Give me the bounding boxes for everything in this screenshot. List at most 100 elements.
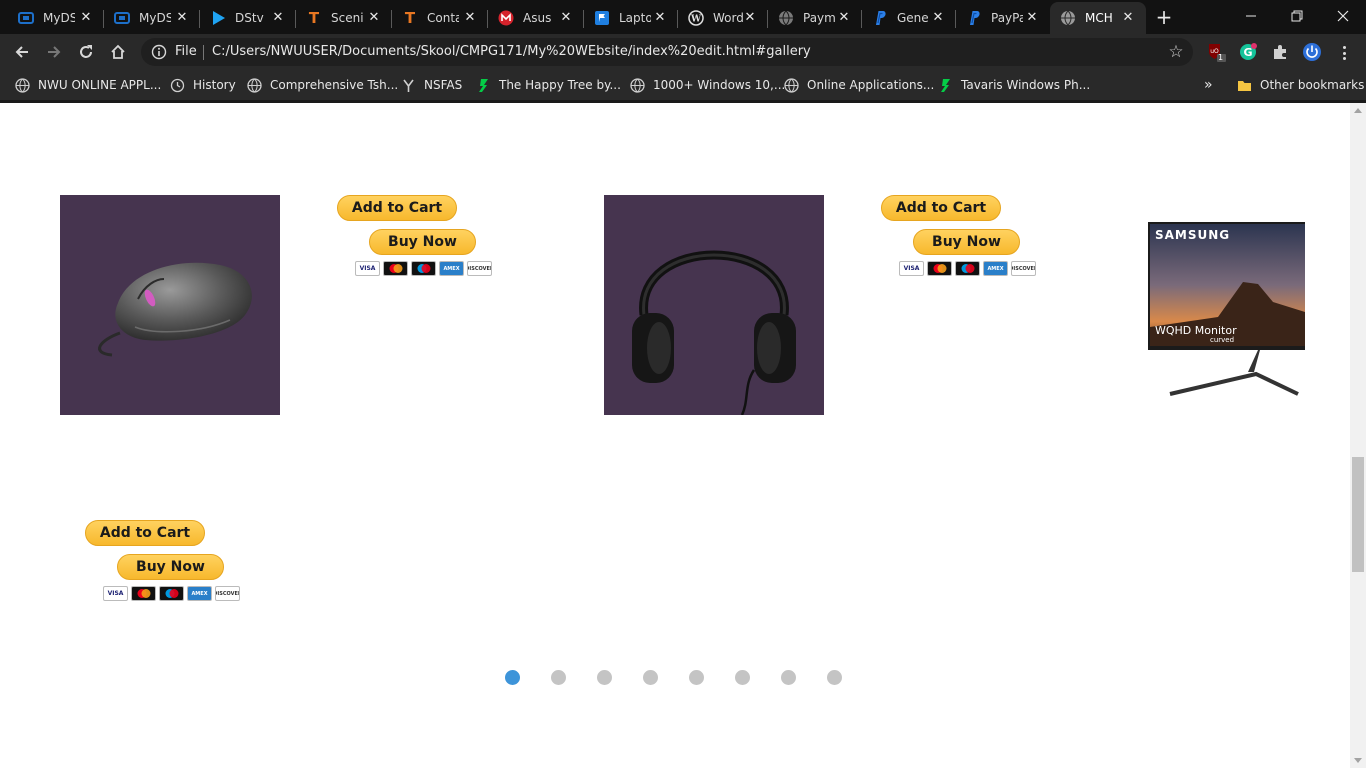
tab-close-icon[interactable]: ✕ (1024, 10, 1040, 26)
tab-wordpress[interactable]: W WordPress ✕ (678, 2, 768, 34)
tab-mch-active[interactable]: MCH ✕ (1050, 2, 1146, 34)
bookmark-star-icon[interactable]: ☆ (1167, 43, 1185, 61)
bookmark-label: 1000+ Windows 10,... (653, 78, 786, 92)
carousel-dot-3[interactable] (597, 670, 612, 685)
add-to-cart-button[interactable]: Add to Cart (85, 520, 205, 546)
close-icon (1337, 10, 1349, 22)
tab-close-icon[interactable]: ✕ (836, 10, 852, 26)
url-text[interactable]: C:/Users/NWUUSER/Documents/Skool/CMPG171… (212, 44, 811, 59)
extensions-button[interactable] (1270, 42, 1290, 62)
info-icon[interactable] (151, 44, 167, 60)
carousel-dot-2[interactable] (551, 670, 566, 685)
bookmark-windows10[interactable]: 1000+ Windows 10,... (629, 76, 785, 94)
tab-title: Payment (803, 11, 835, 25)
carousel-dot-1[interactable] (505, 670, 520, 685)
carousel-dot-8[interactable] (827, 670, 842, 685)
back-button[interactable] (8, 38, 36, 66)
tab-title: MyDS (43, 11, 75, 25)
tab-paypal[interactable]: PayPal ✕ (956, 2, 1050, 34)
bookmarks-bar: NWU ONLINE APPL... History Comprehensive… (0, 70, 1366, 100)
tab-myds-2[interactable]: MyDS ✕ (104, 2, 200, 34)
tab-generate[interactable]: Generate ✕ (862, 2, 956, 34)
bookmarks-overflow-button[interactable]: » (1204, 76, 1213, 94)
payment-cards: VISA AMEX DISCOVER (899, 261, 1036, 276)
close-window-button[interactable] (1320, 0, 1366, 32)
grammarly-extension-button[interactable]: G (1238, 42, 1258, 62)
svg-text:G: G (1243, 46, 1252, 59)
bookmark-history[interactable]: History (169, 76, 236, 94)
bookmark-label: NWU ONLINE APPL... (38, 78, 162, 92)
bookmark-nsfas[interactable]: NSFAS (400, 76, 462, 94)
tab-close-icon[interactable]: ✕ (742, 10, 758, 26)
tab-close-icon[interactable]: ✕ (558, 10, 574, 26)
bookmark-label: The Happy Tree by... (499, 78, 621, 92)
tab-close-icon[interactable]: ✕ (930, 10, 946, 26)
grammarly-icon: G (1240, 43, 1257, 60)
address-bar[interactable]: File C:/Users/NWUUSER/Documents/Skool/CM… (141, 38, 1193, 66)
buy-now-button[interactable]: Buy Now (913, 229, 1020, 255)
tab-title: MCH (1085, 11, 1113, 25)
tab-laptop[interactable]: Laptop ✕ (584, 2, 678, 34)
bookmark-online-applications[interactable]: Online Applications... (783, 76, 934, 94)
tab-asus[interactable]: Asus ✕ (488, 2, 584, 34)
buy-now-button[interactable]: Buy Now (117, 554, 224, 580)
browser-menu-button[interactable] (1336, 44, 1352, 62)
power-icon (1303, 43, 1321, 61)
tab-close-icon[interactable]: ✕ (1120, 10, 1136, 26)
add-to-cart-button[interactable]: Add to Cart (337, 195, 457, 221)
tab-close-icon[interactable]: ✕ (366, 10, 382, 26)
arrow-left-icon (15, 46, 28, 58)
power-extension-button[interactable] (1302, 42, 1322, 62)
deviantart-icon (937, 77, 953, 93)
other-bookmarks[interactable]: Other bookmarks (1236, 76, 1364, 94)
tab-close-icon[interactable]: ✕ (270, 10, 286, 26)
scrollbar-thumb[interactable] (1352, 457, 1364, 572)
reload-button[interactable] (72, 38, 100, 66)
tab-title: PayPal (991, 11, 1023, 25)
wordpress-icon: W (688, 10, 704, 26)
tab-title: MyDS (139, 11, 171, 25)
paypal-icon (872, 10, 888, 26)
tab-scenic[interactable]: T Scenic ✕ (296, 2, 392, 34)
ublock-extension-button[interactable]: uO 1 (1206, 42, 1226, 62)
add-to-cart-button[interactable]: Add to Cart (881, 195, 1001, 221)
tab-contact[interactable]: T Contact ✕ (392, 2, 488, 34)
bookmark-happy-tree[interactable]: The Happy Tree by... (475, 76, 621, 94)
forward-button[interactable] (40, 38, 68, 66)
reload-icon (80, 45, 92, 58)
carousel-pagination (505, 670, 842, 685)
carousel-dot-5[interactable] (689, 670, 704, 685)
buy-now-button[interactable]: Buy Now (369, 229, 476, 255)
tab-dstv[interactable]: DStv ✕ (200, 2, 296, 34)
bookmark-nwu-online[interactable]: NWU ONLINE APPL... (14, 76, 161, 94)
amex-card-icon: AMEX (187, 586, 212, 601)
tab-myds-1[interactable]: MyDS ✕ (8, 2, 104, 34)
bookmark-tavaris[interactable]: Tavaris Windows Ph... (937, 76, 1090, 94)
carousel-dot-4[interactable] (643, 670, 658, 685)
maestro-icon (955, 261, 980, 276)
home-button[interactable] (104, 38, 132, 66)
page-scrollbar[interactable] (1350, 103, 1366, 768)
carousel-dot-6[interactable] (735, 670, 750, 685)
tab-close-icon[interactable]: ✕ (652, 10, 668, 26)
dstv-play-icon (210, 10, 226, 26)
discover-card-icon: DISCOVER (467, 261, 492, 276)
globe-icon (783, 77, 799, 93)
new-tab-button[interactable]: + (1153, 6, 1175, 28)
bookmark-label: Tavaris Windows Ph... (961, 78, 1091, 92)
browser-toolbar: File C:/Users/NWUUSER/Documents/Skool/CM… (0, 34, 1366, 70)
scroll-down-arrow-icon[interactable] (1354, 758, 1362, 763)
amex-card-icon: AMEX (439, 261, 464, 276)
restore-button[interactable] (1274, 0, 1320, 32)
minimize-button[interactable] (1228, 0, 1274, 32)
maestro-icon (411, 261, 436, 276)
bookmark-comprehensive[interactable]: Comprehensive Tsh... (246, 76, 398, 94)
tab-close-icon[interactable]: ✕ (174, 10, 190, 26)
carousel-dot-7[interactable] (781, 670, 796, 685)
bookmark-label: Comprehensive Tsh... (270, 78, 399, 92)
visa-card-icon: VISA (899, 261, 924, 276)
tab-close-icon[interactable]: ✕ (78, 10, 94, 26)
tab-close-icon[interactable]: ✕ (462, 10, 478, 26)
scroll-up-arrow-icon[interactable] (1354, 108, 1362, 113)
tab-payment[interactable]: Payment ✕ (768, 2, 862, 34)
